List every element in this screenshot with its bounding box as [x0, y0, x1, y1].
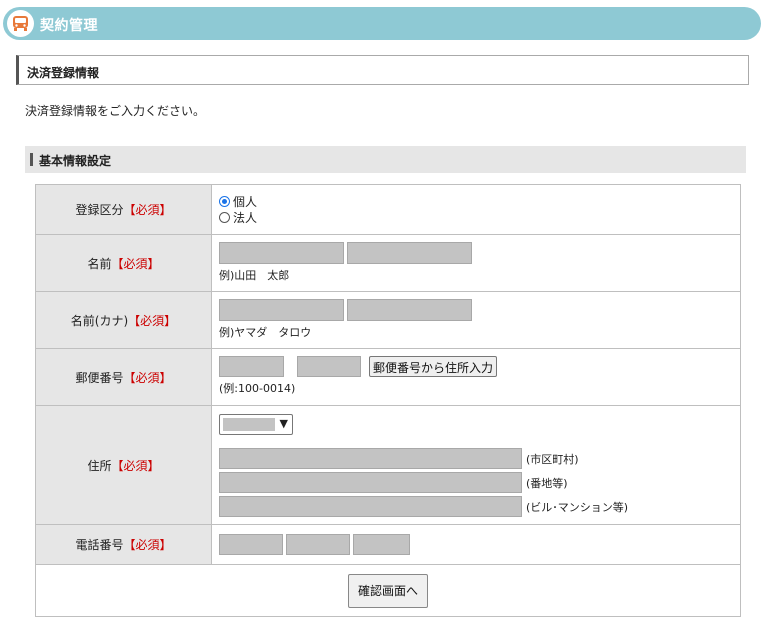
radio-corporate-circle[interactable] — [219, 211, 230, 223]
field-zip: 郵便番号から住所入力 (例:100-0014) — [211, 348, 741, 406]
label-name-kana: 名前(カナ)【必須】 — [35, 291, 212, 349]
label-phone-text: 電話番号 — [75, 538, 124, 552]
label-name: 名前【必須】 — [35, 234, 212, 292]
radio-individual[interactable]: 個人 — [219, 193, 740, 209]
required-mark: 【必須】 — [123, 370, 172, 385]
required-mark: 【必須】 — [123, 538, 172, 552]
zip-example: (例:100-0014) — [219, 382, 296, 395]
section-title: 決済登録情報 — [16, 55, 749, 85]
subsection-title: 基本情報設定 — [25, 146, 746, 173]
radio-individual-circle[interactable] — [219, 195, 230, 207]
required-mark: 【必須】 — [128, 313, 177, 328]
label-zip: 郵便番号【必須】 — [35, 348, 212, 406]
radio-corporate-label: 法人 — [233, 210, 258, 225]
bus-icon — [7, 10, 34, 37]
subsection-title-text: 基本情報設定 — [39, 154, 112, 168]
last-name-input[interactable] — [219, 242, 344, 264]
phone-third-input[interactable] — [353, 534, 410, 555]
app-header: 契約管理 — [3, 7, 761, 40]
row-address: 住所【必須】 ▼ (市区町村) (番地等) (ビル･マンション等) — [35, 405, 741, 525]
first-name-kana-input[interactable] — [347, 299, 472, 321]
field-address: ▼ (市区町村) (番地等) (ビル･マンション等) — [211, 405, 741, 525]
block-suffix: (番地等) — [526, 476, 568, 490]
chevron-down-icon: ▼ — [279, 417, 288, 430]
radio-corporate[interactable]: 法人 — [219, 209, 740, 225]
row-name-kana: 名前(カナ)【必須】 例)ヤマダ タロウ — [35, 291, 741, 349]
label-name-text: 名前 — [87, 256, 112, 271]
zip-first-input[interactable] — [219, 356, 284, 377]
required-mark: 【必須】 — [111, 458, 160, 473]
radio-individual-label: 個人 — [233, 194, 258, 209]
last-name-kana-input[interactable] — [219, 299, 344, 321]
row-category: 登録区分【必須】 個人 法人 — [35, 184, 741, 235]
row-name: 名前【必須】 例)山田 太郎 — [35, 234, 741, 292]
prefecture-select-value — [223, 418, 275, 431]
name-example: 例)山田 太郎 — [219, 269, 290, 282]
confirm-button[interactable]: 確認画面へ — [347, 573, 428, 608]
zip-second-input[interactable] — [297, 356, 361, 377]
submit-cell: 確認画面へ — [35, 564, 741, 617]
field-category: 個人 法人 — [211, 184, 741, 235]
label-category-text: 登録区分 — [75, 203, 124, 217]
row-phone: 電話番号【必須】 — [35, 524, 741, 565]
building-input[interactable] — [219, 496, 522, 517]
city-suffix: (市区町村) — [526, 452, 579, 466]
required-mark: 【必須】 — [111, 256, 160, 271]
block-input[interactable] — [219, 472, 522, 493]
field-name-kana: 例)ヤマダ タロウ — [211, 291, 741, 349]
phone-first-input[interactable] — [219, 534, 283, 555]
field-name: 例)山田 太郎 — [211, 234, 741, 292]
city-input[interactable] — [219, 448, 522, 469]
intro-text: 決済登録情報をご入力ください。 — [25, 104, 206, 118]
label-zip-text: 郵便番号 — [75, 370, 124, 385]
row-zip: 郵便番号【必須】 郵便番号から住所入力 (例:100-0014) — [35, 348, 741, 406]
label-category: 登録区分【必須】 — [35, 184, 212, 235]
label-address: 住所【必須】 — [35, 405, 212, 525]
phone-second-input[interactable] — [286, 534, 350, 555]
row-submit: 確認画面へ — [35, 564, 741, 617]
field-phone — [211, 524, 741, 565]
prefecture-select[interactable]: ▼ — [219, 414, 293, 435]
building-suffix: (ビル･マンション等) — [526, 500, 629, 514]
first-name-input[interactable] — [347, 242, 472, 264]
header-title: 契約管理 — [40, 18, 98, 34]
required-mark: 【必須】 — [123, 203, 172, 217]
label-name-kana-text: 名前(カナ) — [70, 313, 129, 328]
basic-info-form: 登録区分【必須】 個人 法人 名前【必須】 例)山田 太郎 名前(カナ)【必須】… — [35, 184, 741, 617]
section-title-text: 決済登録情報 — [27, 66, 100, 80]
zip-lookup-button[interactable]: 郵便番号から住所入力 — [369, 356, 498, 377]
subsection-bar — [30, 153, 33, 166]
label-address-text: 住所 — [87, 458, 112, 473]
label-phone: 電話番号【必須】 — [35, 524, 212, 565]
name-kana-example: 例)ヤマダ タロウ — [219, 326, 312, 339]
